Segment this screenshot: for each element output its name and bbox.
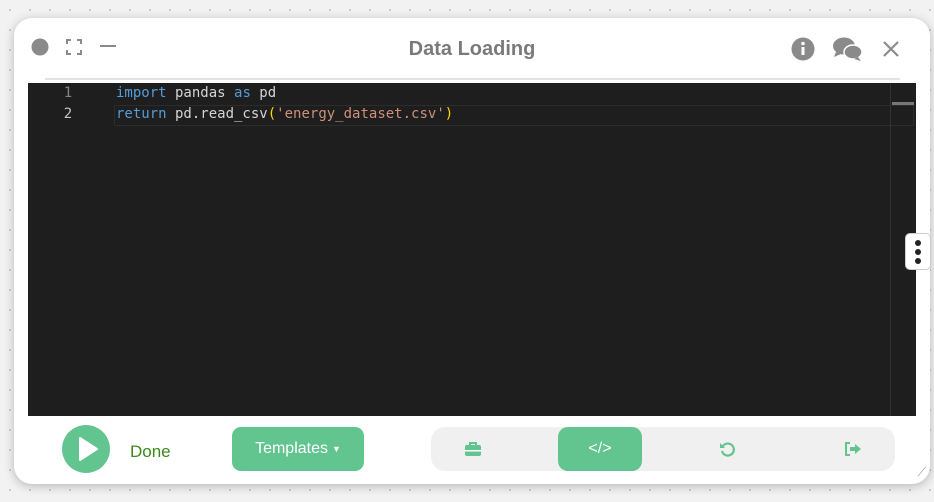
line-number: 1 (63, 85, 73, 101)
templates-label: Templates (255, 440, 328, 457)
dot-icon (915, 257, 921, 264)
code-line[interactable]: return pd.read_csv('energy_dataset.csv') (116, 106, 453, 122)
header-divider (45, 78, 900, 80)
side-menu-handle[interactable] (905, 233, 931, 270)
code-view-button[interactable]: </> (558, 427, 642, 471)
string-literal: 'energy_dataset.csv' (276, 106, 445, 122)
run-button[interactable] (62, 425, 110, 473)
code-editor[interactable]: 1 import pandas as pd 2 return pd.read_c… (28, 83, 916, 416)
dot-icon (915, 239, 921, 246)
code-icon: </> (588, 440, 612, 457)
keyword: return (116, 106, 167, 122)
dot-icon (915, 248, 921, 255)
caret-down-icon: ▼ (332, 444, 341, 454)
line-number: 2 (63, 106, 73, 122)
scrollbar-track[interactable] (890, 83, 891, 416)
export-button[interactable] (811, 427, 895, 471)
play-icon (79, 437, 98, 461)
info-icon[interactable] (791, 37, 815, 61)
code-text: pd (250, 85, 277, 101)
paren: ( (267, 106, 277, 122)
sign-out-icon (845, 442, 861, 456)
comments-icon[interactable] (832, 36, 864, 62)
node-window: Data Loading 1 import pandas as pd 2 ret… (14, 18, 930, 484)
undo-icon (720, 442, 735, 457)
toolbox-icon (465, 442, 481, 456)
keyword: as (234, 85, 251, 101)
resize-handle-icon[interactable]: ⟋ (918, 465, 926, 480)
templates-dropdown-button[interactable]: Templates ▼ (232, 427, 364, 471)
keyword: import (116, 85, 167, 101)
toolbox-button[interactable] (431, 427, 515, 471)
code-line[interactable]: import pandas as pd (116, 85, 276, 101)
reset-button[interactable] (685, 427, 769, 471)
status-text: Done (130, 442, 171, 461)
scrollbar-marker (892, 102, 914, 105)
code-text: pd.read_csv (166, 106, 268, 122)
code-text: pandas (166, 85, 235, 101)
paren: ) (444, 106, 454, 122)
view-toggle-group: </> (431, 427, 895, 471)
close-icon[interactable] (882, 40, 900, 58)
